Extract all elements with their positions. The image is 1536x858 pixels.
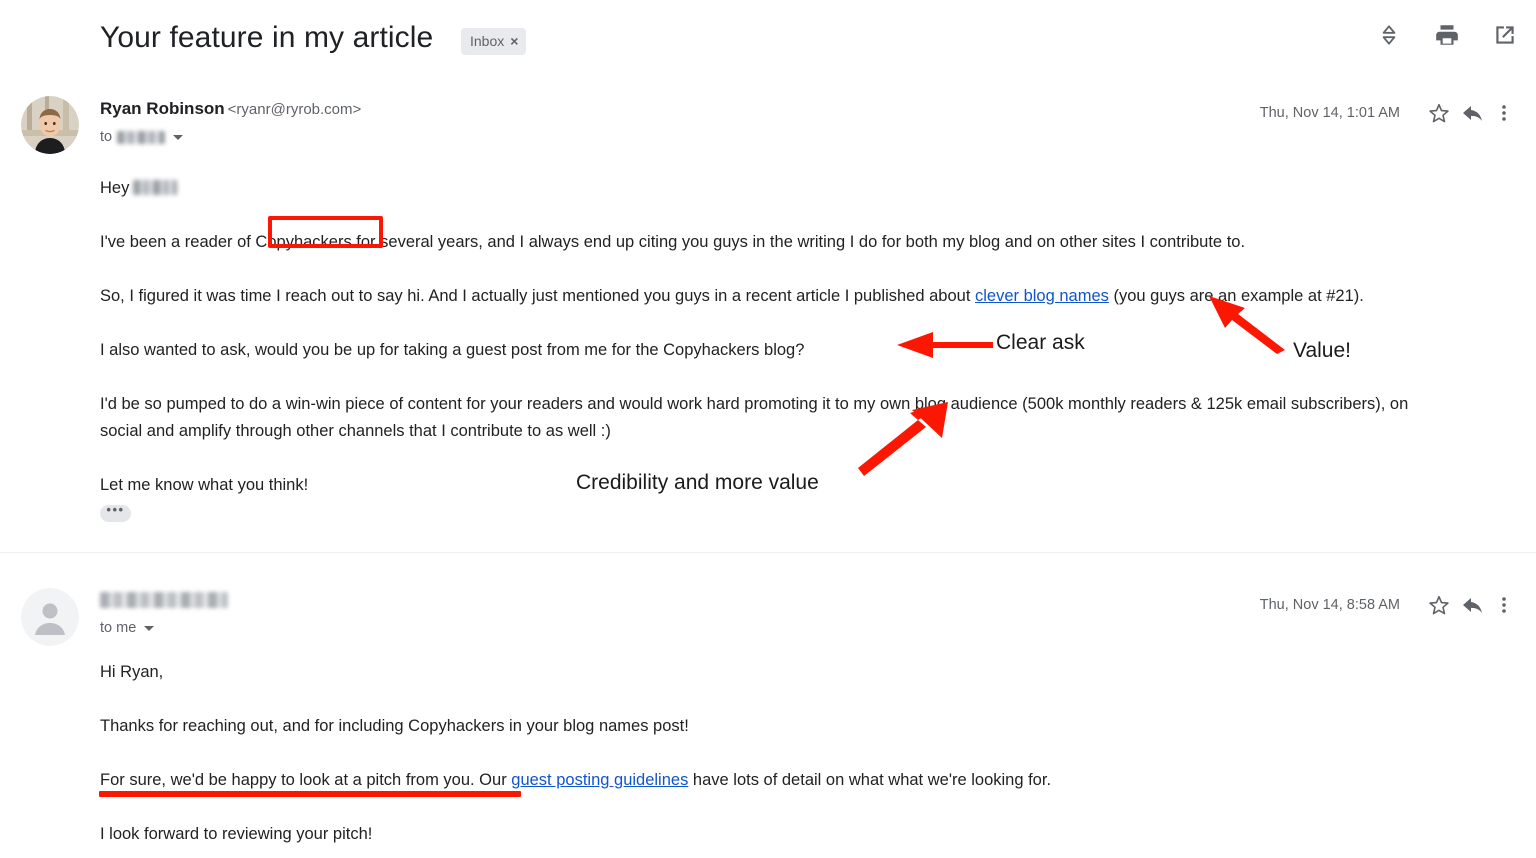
link-clever-blog-names[interactable]: clever blog names: [975, 287, 1109, 305]
message-date: Thu, Nov 14, 8:58 AM: [1259, 597, 1400, 613]
greeting-line: Hey: [100, 175, 1430, 202]
recipient-label: to: [100, 129, 113, 145]
message-meta: Thu, Nov 14, 8:58 AM: [1260, 591, 1518, 619]
reply-icon[interactable]: [1456, 591, 1490, 619]
message-header: Ryan Robinson <ryanr@ryrob.com> to: [100, 98, 361, 145]
chevron-down-icon[interactable]: [173, 134, 184, 140]
page-title: Your feature in my article: [100, 21, 434, 54]
paragraph-2-after-link: (you guys are an example at #21).: [1108, 287, 1364, 305]
greeting-name-redacted: [133, 180, 178, 195]
star-icon[interactable]: [1422, 99, 1456, 127]
paragraph-5: Let me know what you think!: [100, 476, 309, 494]
more-options-icon[interactable]: [1490, 99, 1518, 127]
paragraph-2-before-link: So, I figured it was time I reach out to…: [100, 287, 975, 305]
sender-email: <ryanr@ryrob.com>: [227, 101, 362, 118]
print-icon[interactable]: [1434, 22, 1460, 48]
greeting-text: Hey: [100, 179, 130, 197]
avatar[interactable]: [21, 588, 79, 646]
header-actions: [1376, 22, 1518, 48]
open-in-new-window-icon[interactable]: [1492, 22, 1518, 48]
star-icon[interactable]: [1422, 591, 1456, 619]
recipient-line[interactable]: to: [100, 129, 361, 145]
sender-name-redacted[interactable]: [100, 592, 228, 608]
expand-collapse-icon[interactable]: [1376, 22, 1402, 48]
message-date: Thu, Nov 14, 1:01 AM: [1259, 105, 1400, 121]
subject-header: Your feature in my article Inbox ×: [0, 0, 1536, 78]
paragraph-1: I've been a reader of Copyhackers for se…: [100, 233, 1246, 251]
recipient-redacted: [117, 130, 166, 144]
paragraph-3: I also wanted to ask, would you be up fo…: [100, 341, 805, 359]
paragraph-3-before-link: For sure, we'd be happy to look at a pit…: [100, 771, 512, 789]
reply-icon[interactable]: [1456, 99, 1490, 127]
message-2[interactable]: to me Thu, Nov 14, 8:58 AM Hi Ryan, Than…: [0, 574, 1536, 858]
message-divider: [0, 552, 1536, 553]
message-meta: Thu, Nov 14, 1:01 AM: [1260, 99, 1518, 127]
message-body: Hey I've been a reader of Copyhackers fo…: [100, 175, 1430, 526]
sender-line: [100, 590, 228, 611]
paragraph-3: For sure, we'd be happy to look at a pit…: [100, 767, 1430, 794]
label-chip-text: Inbox: [470, 33, 505, 49]
label-chip-inbox[interactable]: Inbox ×: [461, 28, 527, 55]
email-thread-view: Your feature in my article Inbox × Ryan …: [0, 0, 1536, 858]
paragraph-1: Hi Ryan,: [100, 663, 164, 681]
link-guest-posting-guidelines[interactable]: guest posting guidelines: [511, 771, 688, 789]
more-options-icon[interactable]: [1490, 591, 1518, 619]
message-header: to me: [100, 590, 228, 636]
show-trimmed-content-button[interactable]: •••: [100, 502, 131, 522]
sender-line: Ryan Robinson <ryanr@ryrob.com>: [100, 98, 361, 120]
trimmed-content-dots: •••: [106, 502, 125, 517]
paragraph-4: I look forward to reviewing your pitch!: [100, 825, 373, 843]
recipient-label: to me: [100, 620, 137, 636]
message-1[interactable]: Ryan Robinson <ryanr@ryrob.com> to Thu, N…: [0, 82, 1536, 552]
label-chip-remove-icon[interactable]: ×: [510, 33, 518, 49]
avatar[interactable]: [21, 96, 79, 154]
paragraph-2: So, I figured it was time I reach out to…: [100, 283, 1430, 310]
paragraph-4: I'd be so pumped to do a win-win piece o…: [100, 395, 1409, 440]
sender-name[interactable]: Ryan Robinson: [100, 99, 225, 118]
chevron-down-icon[interactable]: [144, 625, 155, 631]
message-body: Hi Ryan, Thanks for reaching out, and fo…: [100, 659, 1430, 848]
paragraph-2: Thanks for reaching out, and for includi…: [100, 717, 689, 735]
recipient-line[interactable]: to me: [100, 620, 228, 636]
paragraph-3-after-link: have lots of detail on what what we're l…: [688, 771, 1052, 789]
